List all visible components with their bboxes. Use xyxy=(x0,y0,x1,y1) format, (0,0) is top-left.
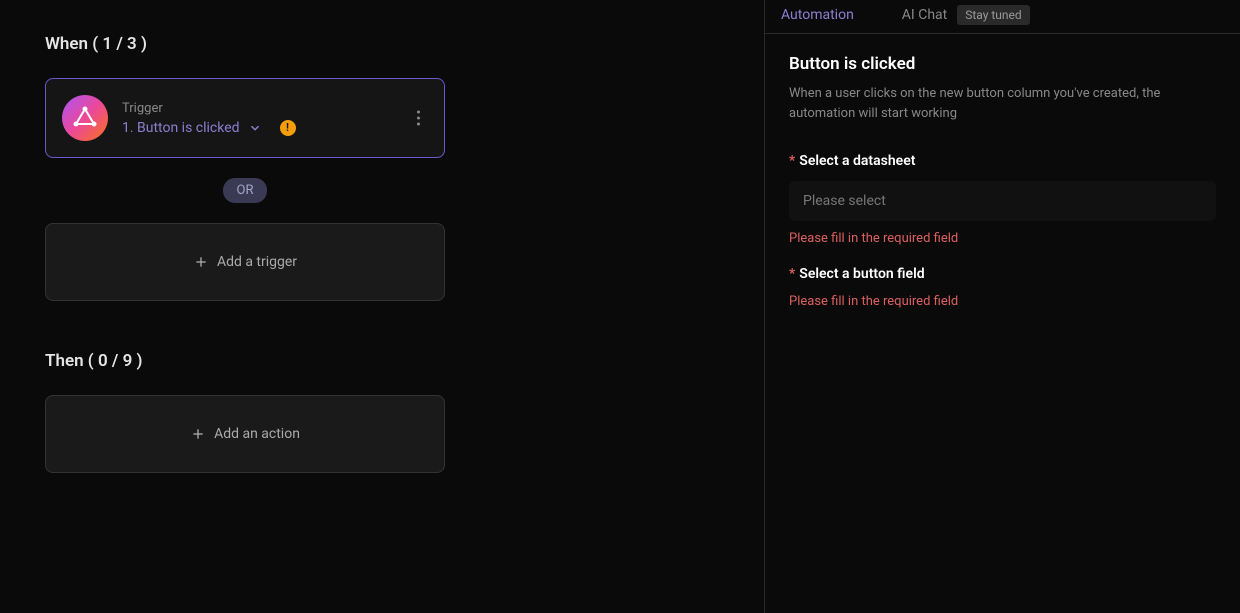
plus-icon xyxy=(190,426,206,442)
datasheet-error-text: Please fill in the required field xyxy=(789,231,1216,246)
add-trigger-button[interactable]: Add a trigger xyxy=(45,223,445,301)
tabs-bar: Automation AI Chat Stay tuned xyxy=(765,0,1240,34)
tab-ai-chat[interactable]: AI Chat Stay tuned xyxy=(902,5,1030,25)
automation-builder-panel: When ( 1 / 3 ) Trigger 1. Button is clic… xyxy=(0,0,765,613)
tab-automation[interactable]: Automation xyxy=(781,7,854,23)
when-section: When ( 1 / 3 ) Trigger 1. Button is clic… xyxy=(45,34,719,301)
detail-title: Button is clicked xyxy=(789,54,1216,74)
trigger-action-text: 1. Button is clicked xyxy=(122,120,240,136)
then-title: Then ( 0 / 9 ) xyxy=(45,351,719,371)
chevron-down-icon xyxy=(248,121,262,135)
required-star-icon: * xyxy=(789,266,795,282)
add-action-button[interactable]: Add an action xyxy=(45,395,445,473)
button-field-label-text: Select a button field xyxy=(799,266,924,282)
button-field-group: *Select a button field Please fill in th… xyxy=(789,266,1216,309)
add-trigger-label: Add a trigger xyxy=(217,254,297,270)
datasheet-label-text: Select a datasheet xyxy=(799,153,915,169)
trigger-label: Trigger xyxy=(122,101,296,116)
details-content: Button is clicked When a user clicks on … xyxy=(765,34,1240,349)
trigger-text-group: Trigger 1. Button is clicked ! xyxy=(122,101,296,136)
then-section: Then ( 0 / 9 ) Add an action xyxy=(45,351,719,473)
datasheet-field-group: *Select a datasheet Please select Please… xyxy=(789,153,1216,246)
add-action-label: Add an action xyxy=(214,426,300,442)
warning-icon: ! xyxy=(280,120,296,136)
datasheet-select[interactable]: Please select xyxy=(789,181,1216,221)
more-options-icon[interactable] xyxy=(409,107,428,130)
required-star-icon: * xyxy=(789,153,795,169)
plus-icon xyxy=(193,254,209,270)
tab-ai-chat-label: AI Chat xyxy=(902,7,947,23)
details-panel: Automation AI Chat Stay tuned Button is … xyxy=(765,0,1240,613)
button-field-label: *Select a button field xyxy=(789,266,1216,282)
trigger-action-row[interactable]: 1. Button is clicked ! xyxy=(122,120,296,136)
app-logo-icon xyxy=(62,95,108,141)
detail-description: When a user clicks on the new button col… xyxy=(789,84,1216,123)
trigger-card[interactable]: Trigger 1. Button is clicked ! xyxy=(45,78,445,158)
datasheet-field-label: *Select a datasheet xyxy=(789,153,1216,169)
when-title: When ( 1 / 3 ) xyxy=(45,34,719,54)
or-separator: OR xyxy=(45,178,445,203)
stay-tuned-badge: Stay tuned xyxy=(957,5,1029,25)
or-label: OR xyxy=(223,178,268,203)
button-field-error-text: Please fill in the required field xyxy=(789,294,1216,309)
